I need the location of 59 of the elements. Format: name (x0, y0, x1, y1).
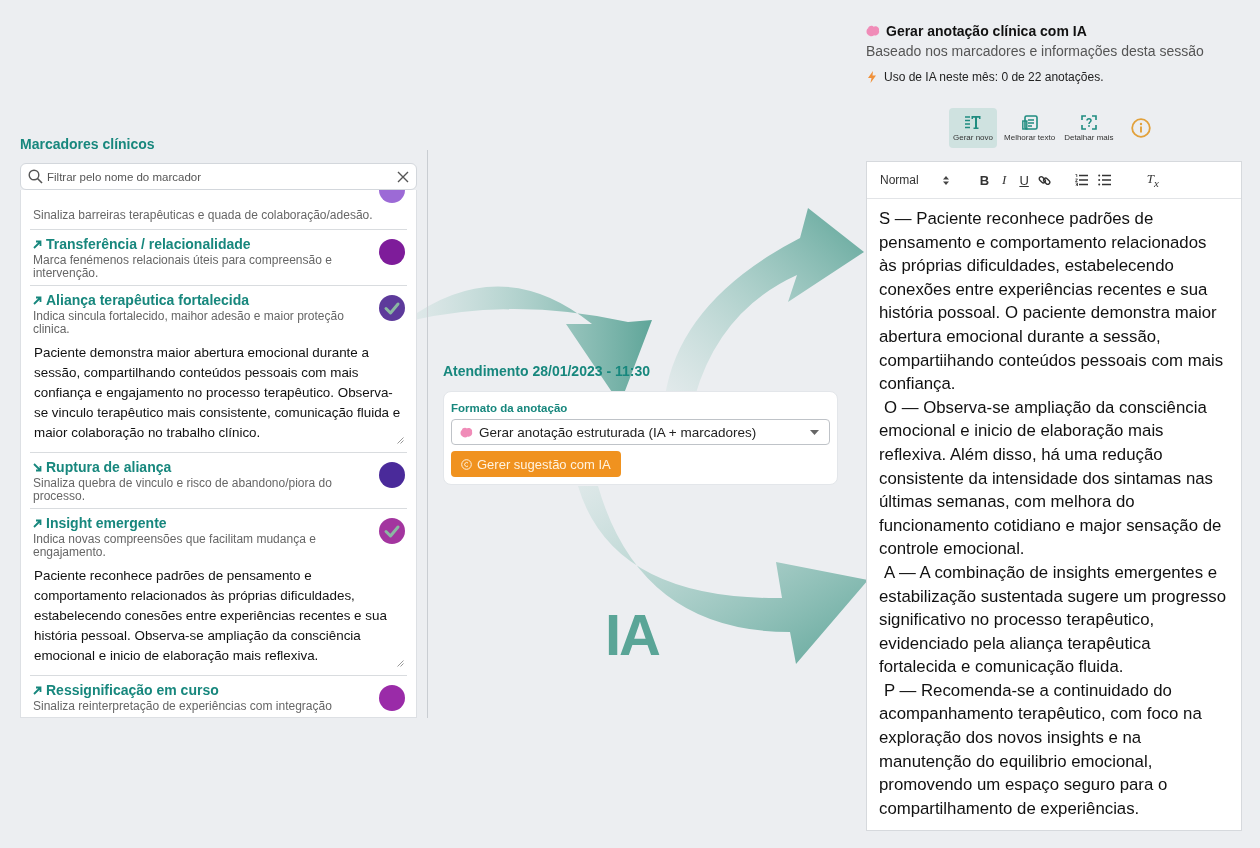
resize-grip-icon[interactable] (397, 437, 404, 444)
lightning-icon (868, 71, 876, 83)
marker-description: Sinaliza quebra de vinculo e risco de abandono/piora do processo. (33, 477, 333, 503)
ia-logo: IA (605, 606, 659, 664)
note-field[interactable]: Paciente reconhece padrões de pensamento e comportamento relacionados às próprias dificuldades, estabelecendo conesões entre experiências recentes e sua história pessoal. Observa-se ampliação da consciência emocional e inicio de elaboração mais reflexiva. (30, 562, 407, 670)
arrow-up-right-icon (33, 685, 42, 695)
marker-dot-icon[interactable] (379, 239, 405, 265)
clear-format-button[interactable]: T$_{x}$ (1142, 171, 1163, 189)
resize-grip-icon[interactable] (397, 660, 404, 667)
note-paragraph: A — A combinação de insights emergentes e estabilização sustentada sugere um progresso significativo no processo terapêutico, evidenciado pela aliança terapêutica fortalecida e comunicação fluida. (879, 561, 1227, 679)
marker-description: Sinaliza reinterpretação de experiências com integração (33, 700, 333, 713)
marker-description: Indica novas compreensões que facilitam mudança e engajamento. (33, 533, 317, 559)
bullet-list-icon[interactable] (1097, 174, 1111, 186)
italic-button[interactable]: I (998, 172, 1011, 188)
marker-title[interactable]: Aliança terapêutica fortalecida (33, 292, 250, 308)
up-down-caret-icon (942, 175, 949, 185)
field-label: Formato da anotação (451, 401, 568, 415)
note-field[interactable]: Paciente demonstra maior abertura emocional durante a sessão, compartilhando conteúdos pessoais com mais confiança e engajamento no processo terapêutico. Observa-se vinculo terapêutico mais consistente, comunicação fluida e maior colaboração no trabalho clínico. (30, 339, 407, 447)
bold-button[interactable]: B (975, 172, 994, 188)
marker-dot-icon[interactable] (379, 685, 405, 711)
detail-button[interactable]: Detalhar mais (1062, 108, 1116, 148)
improve-button[interactable]: Melhorar texto (1002, 108, 1058, 148)
panel-subtitle: Baseado nos marcadores e informações desta sessão (866, 42, 1204, 60)
marker-title[interactable]: Insight emergente (33, 515, 167, 531)
marker-description: Indica sincula fortalecido, maihor adesão e maior proteção clinica. (33, 310, 345, 336)
arrow-up-right-icon (33, 518, 42, 528)
marker-title[interactable]: Ruptura de aliança (33, 459, 172, 475)
note-paragraph: O — Observa-se ampliação da consciência emocional e inicio de elaboração mais reflexiva. Além disso, há uma redução consistente da intensidade dos sintamas nas últimas semanas, com melhora do funcionamento cotidiano e major sensação de controle emocional. (879, 396, 1223, 561)
search-field[interactable]: Filtrar pelo nome do marcador (20, 163, 417, 190)
marker-title[interactable]: Ressignificação em curso (33, 682, 219, 698)
marker-description: Sinaliza barreiras terapêuticas e quada de colaboração/adesão. (33, 209, 373, 222)
arrow-down-right-icon (33, 462, 42, 472)
text-lines-icon (965, 114, 981, 130)
marker-dot-icon[interactable] (379, 295, 405, 321)
usage-text: Uso de IA neste mês: 0 de 22 anotações. (884, 70, 1104, 84)
section-title: Marcadores clínicos (20, 136, 155, 152)
underline-button[interactable]: U (1015, 172, 1033, 188)
ordered-list-icon[interactable] (1074, 174, 1088, 186)
document-icon (1021, 114, 1038, 130)
format-select[interactable]: Gerar anotação estruturada (IA + marcadores) (451, 419, 830, 445)
link-icon[interactable] (1037, 173, 1051, 187)
circle-c-icon (461, 458, 472, 470)
arrow-up-right-icon (33, 239, 42, 249)
note-paragraph: P — Recomenda-se a continuidado do acompanhamento terapêutico, com foco na exploração dos novos insights e na manutenção do equilibrio emocional, promovendo um espaço seguro para o compartilhamento de experiências. (879, 679, 1203, 820)
close-icon[interactable] (397, 170, 409, 183)
caret-icon (810, 429, 819, 435)
search-icon (28, 169, 43, 184)
note-paragraph: S — Paciente reconhece padrões de pensamento e comportamento relacionados às próprias dificuldades, estabelecendo conexões entre experiências recentes e sua história possoal. O paciente demonstra maior abertura emocional durante a sessão, compartiihando conteúdos pessoais com mais confiança. (879, 208, 1225, 396)
marker-dot-icon[interactable] (379, 518, 405, 544)
brain-icon (866, 25, 880, 37)
marker-description: Marca fenémenos relacionais úteis para compreensão e intervenção. (33, 254, 333, 280)
marker-title[interactable]: Transferência / relacionalidade (33, 236, 251, 252)
brain-icon (460, 426, 473, 438)
arrow-up-right-icon (33, 295, 42, 305)
generate-button[interactable]: Gerar novo (949, 108, 998, 148)
marker-dot-icon[interactable] (379, 462, 405, 488)
style-select[interactable]: Normal (877, 171, 952, 189)
scan-question-icon (1080, 114, 1097, 130)
panel-title: Gerar anotação clínica com IA (886, 23, 1087, 39)
